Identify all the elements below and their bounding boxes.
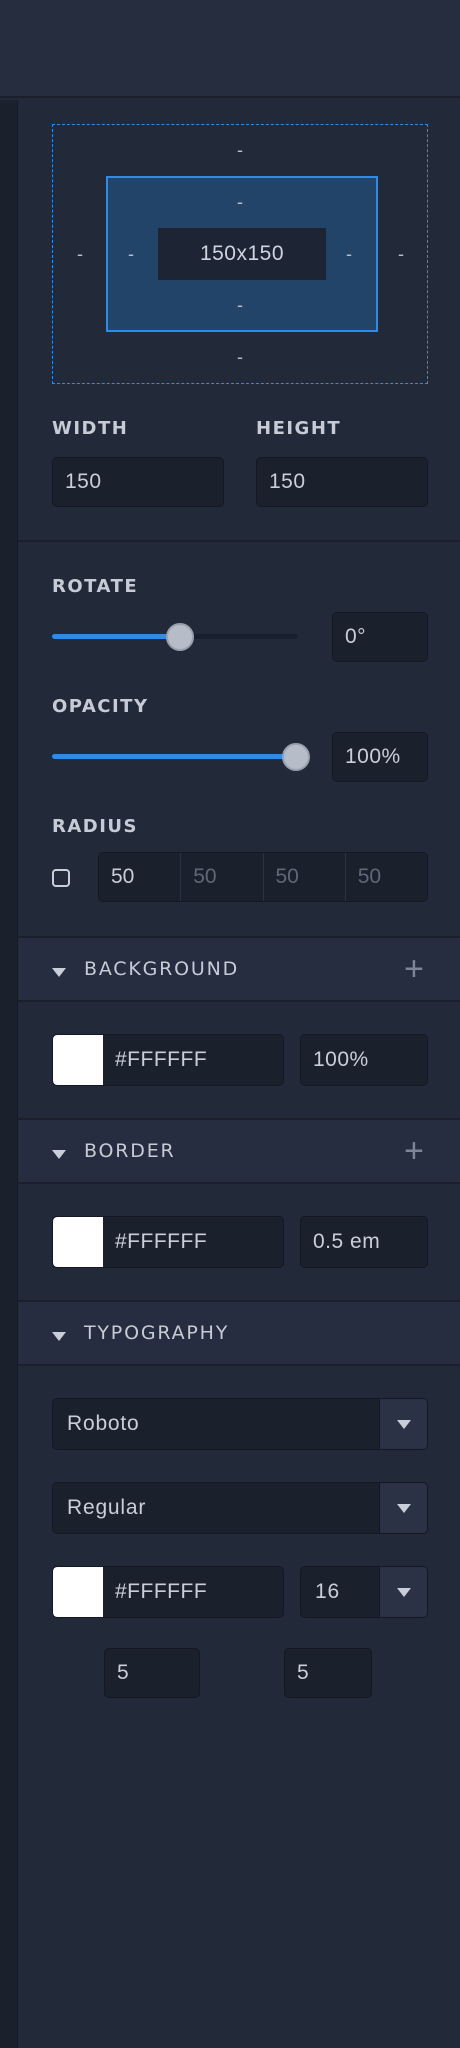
caret-down-icon (52, 1150, 66, 1159)
margin-right-value[interactable]: - (391, 244, 411, 264)
letter-spacing-input[interactable]: 5 (104, 1648, 200, 1698)
border-color-value[interactable]: #FFFFFF (103, 1217, 207, 1267)
background-opacity-input[interactable]: 100% (300, 1034, 428, 1086)
height-label: HEIGHT (256, 418, 342, 439)
rotate-input[interactable]: 0° (332, 612, 428, 662)
height-input[interactable]: 150 (256, 457, 428, 507)
width-label: WIDTH (52, 418, 129, 439)
left-rail (0, 100, 18, 2048)
border-title: BORDER (84, 1140, 176, 1162)
caret-down-icon (52, 1332, 66, 1341)
background-color-field[interactable]: #FFFFFF (52, 1034, 284, 1086)
opacity-label: OPACITY (52, 696, 149, 717)
background-color-value[interactable]: #FFFFFF (103, 1035, 207, 1085)
box-model-size: 150x150 (158, 228, 326, 280)
opacity-slider-fill (52, 754, 296, 759)
font-size-value[interactable]: 16 (301, 1567, 379, 1617)
plus-icon[interactable]: + (404, 1134, 424, 1168)
border-color-swatch[interactable] (53, 1217, 103, 1267)
padding-left-value[interactable]: - (121, 244, 141, 264)
rotate-slider-fill (52, 634, 180, 639)
padding-bottom-value[interactable]: - (230, 295, 250, 315)
caret-down-icon (396, 1503, 411, 1513)
section-divider (18, 540, 460, 542)
background-section-header[interactable]: BACKGROUND + (18, 936, 460, 1002)
radius-top-right-input[interactable]: 50 (181, 853, 264, 901)
padding-right-value[interactable]: - (339, 244, 359, 264)
text-color-swatch[interactable] (53, 1567, 103, 1617)
typography-title: TYPOGRAPHY (84, 1322, 230, 1344)
padding-top-value[interactable]: - (230, 192, 250, 212)
line-height-input[interactable]: 5 (284, 1648, 372, 1698)
width-input[interactable]: 150 (52, 457, 224, 507)
caret-down-icon (396, 1587, 411, 1597)
font-weight-dropdown-button[interactable] (379, 1483, 427, 1533)
typography-section-header[interactable]: TYPOGRAPHY (18, 1300, 460, 1366)
border-section-header[interactable]: BORDER + (18, 1118, 460, 1184)
border-color-field[interactable]: #FFFFFF (52, 1216, 284, 1268)
font-family-value[interactable]: Roboto (53, 1399, 379, 1449)
caret-down-icon (396, 1419, 411, 1429)
background-color-swatch[interactable] (53, 1035, 103, 1085)
radius-label: RADIUS (52, 816, 139, 837)
radius-bottom-left-input[interactable]: 50 (346, 853, 427, 901)
plus-icon[interactable]: + (404, 952, 424, 986)
margin-left-value[interactable]: - (70, 244, 90, 264)
text-color-value[interactable]: #FFFFFF (103, 1567, 207, 1617)
rotate-slider-thumb[interactable] (166, 623, 194, 651)
font-weight-value[interactable]: Regular (53, 1483, 379, 1533)
margin-bottom-value[interactable]: - (230, 347, 250, 367)
background-title: BACKGROUND (84, 958, 240, 980)
font-size-select[interactable]: 16 (300, 1566, 428, 1618)
opacity-input[interactable]: 100% (332, 732, 428, 782)
radius-bottom-right-input[interactable]: 50 (264, 853, 346, 901)
rotate-label: ROTATE (52, 576, 139, 597)
border-width-input[interactable]: 0.5 em (300, 1216, 428, 1268)
opacity-slider-thumb[interactable] (282, 743, 310, 771)
font-size-dropdown-button[interactable] (379, 1567, 427, 1617)
top-bar (0, 0, 460, 98)
font-weight-select[interactable]: Regular (52, 1482, 428, 1534)
margin-top-value[interactable]: - (230, 140, 250, 160)
radius-top-left-input[interactable]: 50 (99, 853, 182, 901)
radius-link-checkbox[interactable] (52, 869, 70, 887)
font-family-select[interactable]: Roboto (52, 1398, 428, 1450)
font-family-dropdown-button[interactable] (379, 1399, 427, 1449)
caret-down-icon (52, 968, 66, 977)
radius-inputs: 50 50 50 50 (98, 852, 428, 902)
text-color-field[interactable]: #FFFFFF (52, 1566, 284, 1618)
